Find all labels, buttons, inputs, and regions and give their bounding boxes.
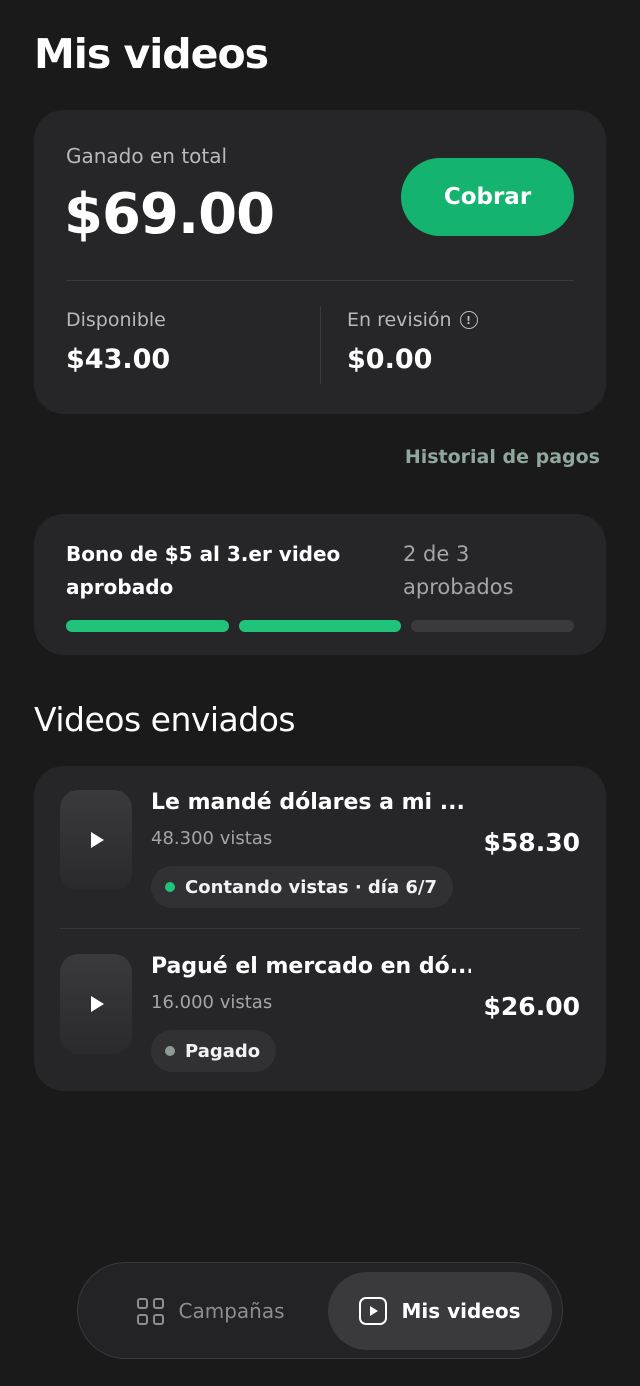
- progress-segment: [66, 620, 229, 632]
- nav-item-my-videos[interactable]: Mis videos: [328, 1272, 552, 1350]
- video-title: Pagué el mercado en dó...: [151, 954, 471, 979]
- in-review-label-text: En revisión: [347, 309, 452, 331]
- video-status-badge: Contando vistas · día 6/7: [151, 866, 454, 908]
- status-dot-icon: [165, 882, 175, 892]
- video-earnings: $26.00: [483, 992, 580, 1021]
- video-thumbnail[interactable]: [60, 790, 132, 890]
- my-videos-screen: Mis videos Ganado en total $69.00 Cobrar…: [0, 0, 640, 1386]
- in-review-amount: $0.00: [347, 344, 433, 375]
- sent-videos-title: Videos enviados: [34, 700, 296, 739]
- nav-item-campaigns[interactable]: Campañas: [96, 1272, 326, 1350]
- sent-videos-list: Le mandé dólares a mi ... 48.300 vistas …: [34, 766, 606, 1091]
- grid-icon: [137, 1297, 165, 1325]
- total-earned-amount: $69.00: [64, 182, 275, 247]
- available-label-text: Disponible: [66, 309, 166, 331]
- in-review-label: En revisión !: [347, 309, 478, 331]
- video-earnings: $58.30: [483, 828, 580, 857]
- status-dot-icon: [165, 1046, 175, 1056]
- bonus-progress-count: 2 de 3 aprobados: [403, 542, 514, 599]
- divider: [60, 928, 580, 929]
- cash-out-button[interactable]: Cobrar: [401, 158, 574, 236]
- bonus-progress-bar: [66, 620, 575, 632]
- available-label: Disponible: [66, 309, 166, 331]
- video-views: 16.000 vistas: [151, 992, 273, 1013]
- video-status-text: Contando vistas · día 6/7: [185, 876, 438, 898]
- bottom-nav: Campañas Mis videos: [77, 1262, 563, 1359]
- nav-item-label: Campañas: [178, 1299, 285, 1323]
- video-list-item[interactable]: Le mandé dólares a mi ... 48.300 vistas …: [60, 790, 580, 930]
- video-status-text: Pagado: [185, 1040, 261, 1062]
- info-circle-icon[interactable]: !: [459, 311, 478, 329]
- available-amount: $43.00: [66, 344, 171, 375]
- bonus-card: Bono de $5 al 3.er video aprobado 2 de 3…: [34, 514, 606, 655]
- page-title: Mis videos: [34, 30, 269, 78]
- play-icon: [91, 832, 104, 848]
- video-title: Le mandé dólares a mi ...: [151, 790, 465, 815]
- video-views: 48.300 vistas: [151, 828, 273, 849]
- video-play-icon: [359, 1297, 388, 1325]
- payment-history-link[interactable]: Historial de pagos: [405, 446, 600, 468]
- divider-vertical: [320, 306, 321, 384]
- video-status-badge: Pagado: [151, 1030, 277, 1072]
- divider: [66, 280, 574, 281]
- video-list-item[interactable]: Pagué el mercado en dó... 16.000 vistas …: [60, 954, 580, 1094]
- earnings-card: Ganado en total $69.00 Cobrar Disponible…: [34, 110, 606, 414]
- progress-segment: [411, 620, 575, 632]
- progress-segment: [238, 620, 402, 632]
- video-thumbnail[interactable]: [60, 954, 132, 1054]
- nav-item-label: Mis videos: [401, 1299, 521, 1323]
- bonus-title: Bono de $5 al 3.er video aprobado: [66, 542, 341, 599]
- total-earned-label: Ganado en total: [66, 144, 228, 168]
- play-icon: [91, 996, 104, 1012]
